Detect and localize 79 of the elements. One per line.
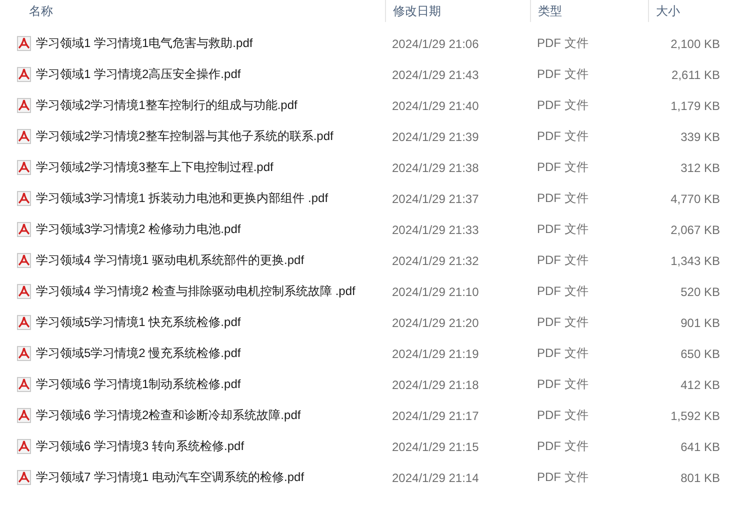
pdf-icon <box>17 470 31 485</box>
modified-date: 2024/1/29 21:37 <box>391 192 480 206</box>
file-type: PDF 文件 <box>536 345 590 362</box>
pdf-icon <box>17 98 31 113</box>
modified-date: 2024/1/29 21:38 <box>391 160 480 174</box>
file-size: 1,343 KB <box>670 254 721 268</box>
modified-date: 2024/1/29 21:18 <box>391 378 480 392</box>
column-header[interactable]: 大小 <box>648 0 730 22</box>
modified-date: 2024/1/29 21:10 <box>391 284 480 298</box>
pdf-icon <box>17 284 31 299</box>
modified-date: 2024/1/29 21:06 <box>391 36 480 50</box>
file-size: 339 KB <box>680 130 721 144</box>
file-type: PDF 文件 <box>536 190 590 207</box>
column-header[interactable]: 修改日期 <box>385 0 530 22</box>
pdf-icon <box>17 191 31 206</box>
file-type: PDF 文件 <box>536 221 590 238</box>
pdf-icon <box>17 377 31 392</box>
file-size: 2,100 KB <box>670 36 721 50</box>
file-size: 1,592 KB <box>670 408 721 422</box>
file-type: PDF 文件 <box>536 407 590 424</box>
column-header[interactable]: 类型 <box>530 0 648 22</box>
file-size: 901 KB <box>680 316 721 330</box>
file-name[interactable]: 学习领域4 学习情境2 检查与排除驱动电机控制系统故障 .pdf <box>36 283 356 300</box>
file-name[interactable]: 学习领域1 学习情境2高压安全操作.pdf <box>36 66 241 83</box>
pdf-icon <box>17 315 31 330</box>
file-name[interactable]: 学习领域1 学习情境1电气危害与救助.pdf <box>36 35 253 52</box>
modified-date: 2024/1/29 21:19 <box>391 346 480 360</box>
file-size: 4,770 KB <box>670 192 721 206</box>
pdf-icon <box>17 346 31 361</box>
file-type: PDF 文件 <box>536 376 590 393</box>
file-type: PDF 文件 <box>536 97 590 114</box>
file-size: 412 KB <box>680 378 721 392</box>
file-size: 801 KB <box>680 470 721 484</box>
file-type: PDF 文件 <box>536 159 590 176</box>
modified-date: 2024/1/29 21:33 <box>391 222 480 236</box>
file-name[interactable]: 学习领域7 学习情境1 电动汽车空调系统的检修.pdf <box>36 469 304 486</box>
file-size: 312 KB <box>680 160 721 174</box>
modified-date: 2024/1/29 21:17 <box>391 408 480 422</box>
modified-date: 2024/1/29 21:20 <box>391 316 480 330</box>
file-type: PDF 文件 <box>536 128 590 145</box>
file-name[interactable]: 学习领域6 学习情境3 转向系统检修.pdf <box>36 438 244 455</box>
file-size: 520 KB <box>680 284 721 298</box>
file-name[interactable]: 学习领域3学习情境1 拆装动力电池和更换内部组件 .pdf <box>36 190 328 207</box>
file-name[interactable]: 学习领域4 学习情境1 驱动电机系统部件的更换.pdf <box>36 252 304 269</box>
file-type: PDF 文件 <box>536 66 590 83</box>
file-name[interactable]: 学习领域5学习情境1 快充系统检修.pdf <box>36 314 241 331</box>
file-name[interactable]: 学习领域2学习情境1整车控制行的组成与功能.pdf <box>36 97 298 114</box>
pdf-icon <box>17 408 31 423</box>
pdf-icon <box>17 129 31 144</box>
pdf-icon <box>17 439 31 454</box>
file-name[interactable]: 学习领域3学习情境2 检修动力电池.pdf <box>36 221 241 238</box>
file-name[interactable]: 学习领域2学习情境3整车上下电控制过程.pdf <box>36 159 274 176</box>
modified-date: 2024/1/29 21:43 <box>391 68 480 82</box>
pdf-icon <box>17 222 31 237</box>
modified-date: 2024/1/29 21:40 <box>391 98 480 112</box>
file-size: 1,179 KB <box>670 98 721 112</box>
modified-date: 2024/1/29 21:32 <box>391 254 480 268</box>
file-type: PDF 文件 <box>536 283 590 300</box>
pdf-icon <box>17 253 31 268</box>
file-name[interactable]: 学习领域6 学习情境1制动系统检修.pdf <box>36 376 241 393</box>
pdf-icon <box>17 160 31 175</box>
pdf-icon <box>17 36 31 51</box>
file-name[interactable]: 学习领域5学习情境2 慢充系统检修.pdf <box>36 345 241 362</box>
file-type: PDF 文件 <box>536 314 590 331</box>
file-type: PDF 文件 <box>536 469 590 486</box>
file-type: PDF 文件 <box>536 35 590 52</box>
file-size: 2,611 KB <box>670 68 721 82</box>
file-type: PDF 文件 <box>536 252 590 269</box>
modified-date: 2024/1/29 21:14 <box>391 470 480 484</box>
file-size: 650 KB <box>680 346 721 360</box>
pdf-icon <box>17 67 31 82</box>
column-header[interactable]: 名称 <box>0 0 385 22</box>
file-size: 641 KB <box>680 440 721 454</box>
file-name[interactable]: 学习领域6 学习情境2检查和诊断冷却系统故障.pdf <box>36 407 301 424</box>
file-type: PDF 文件 <box>536 438 590 455</box>
file-name[interactable]: 学习领域2学习情境2整车控制器与其他子系统的联系.pdf <box>36 128 334 145</box>
file-size: 2,067 KB <box>670 222 721 236</box>
modified-date: 2024/1/29 21:39 <box>391 130 480 144</box>
modified-date: 2024/1/29 21:15 <box>391 440 480 454</box>
